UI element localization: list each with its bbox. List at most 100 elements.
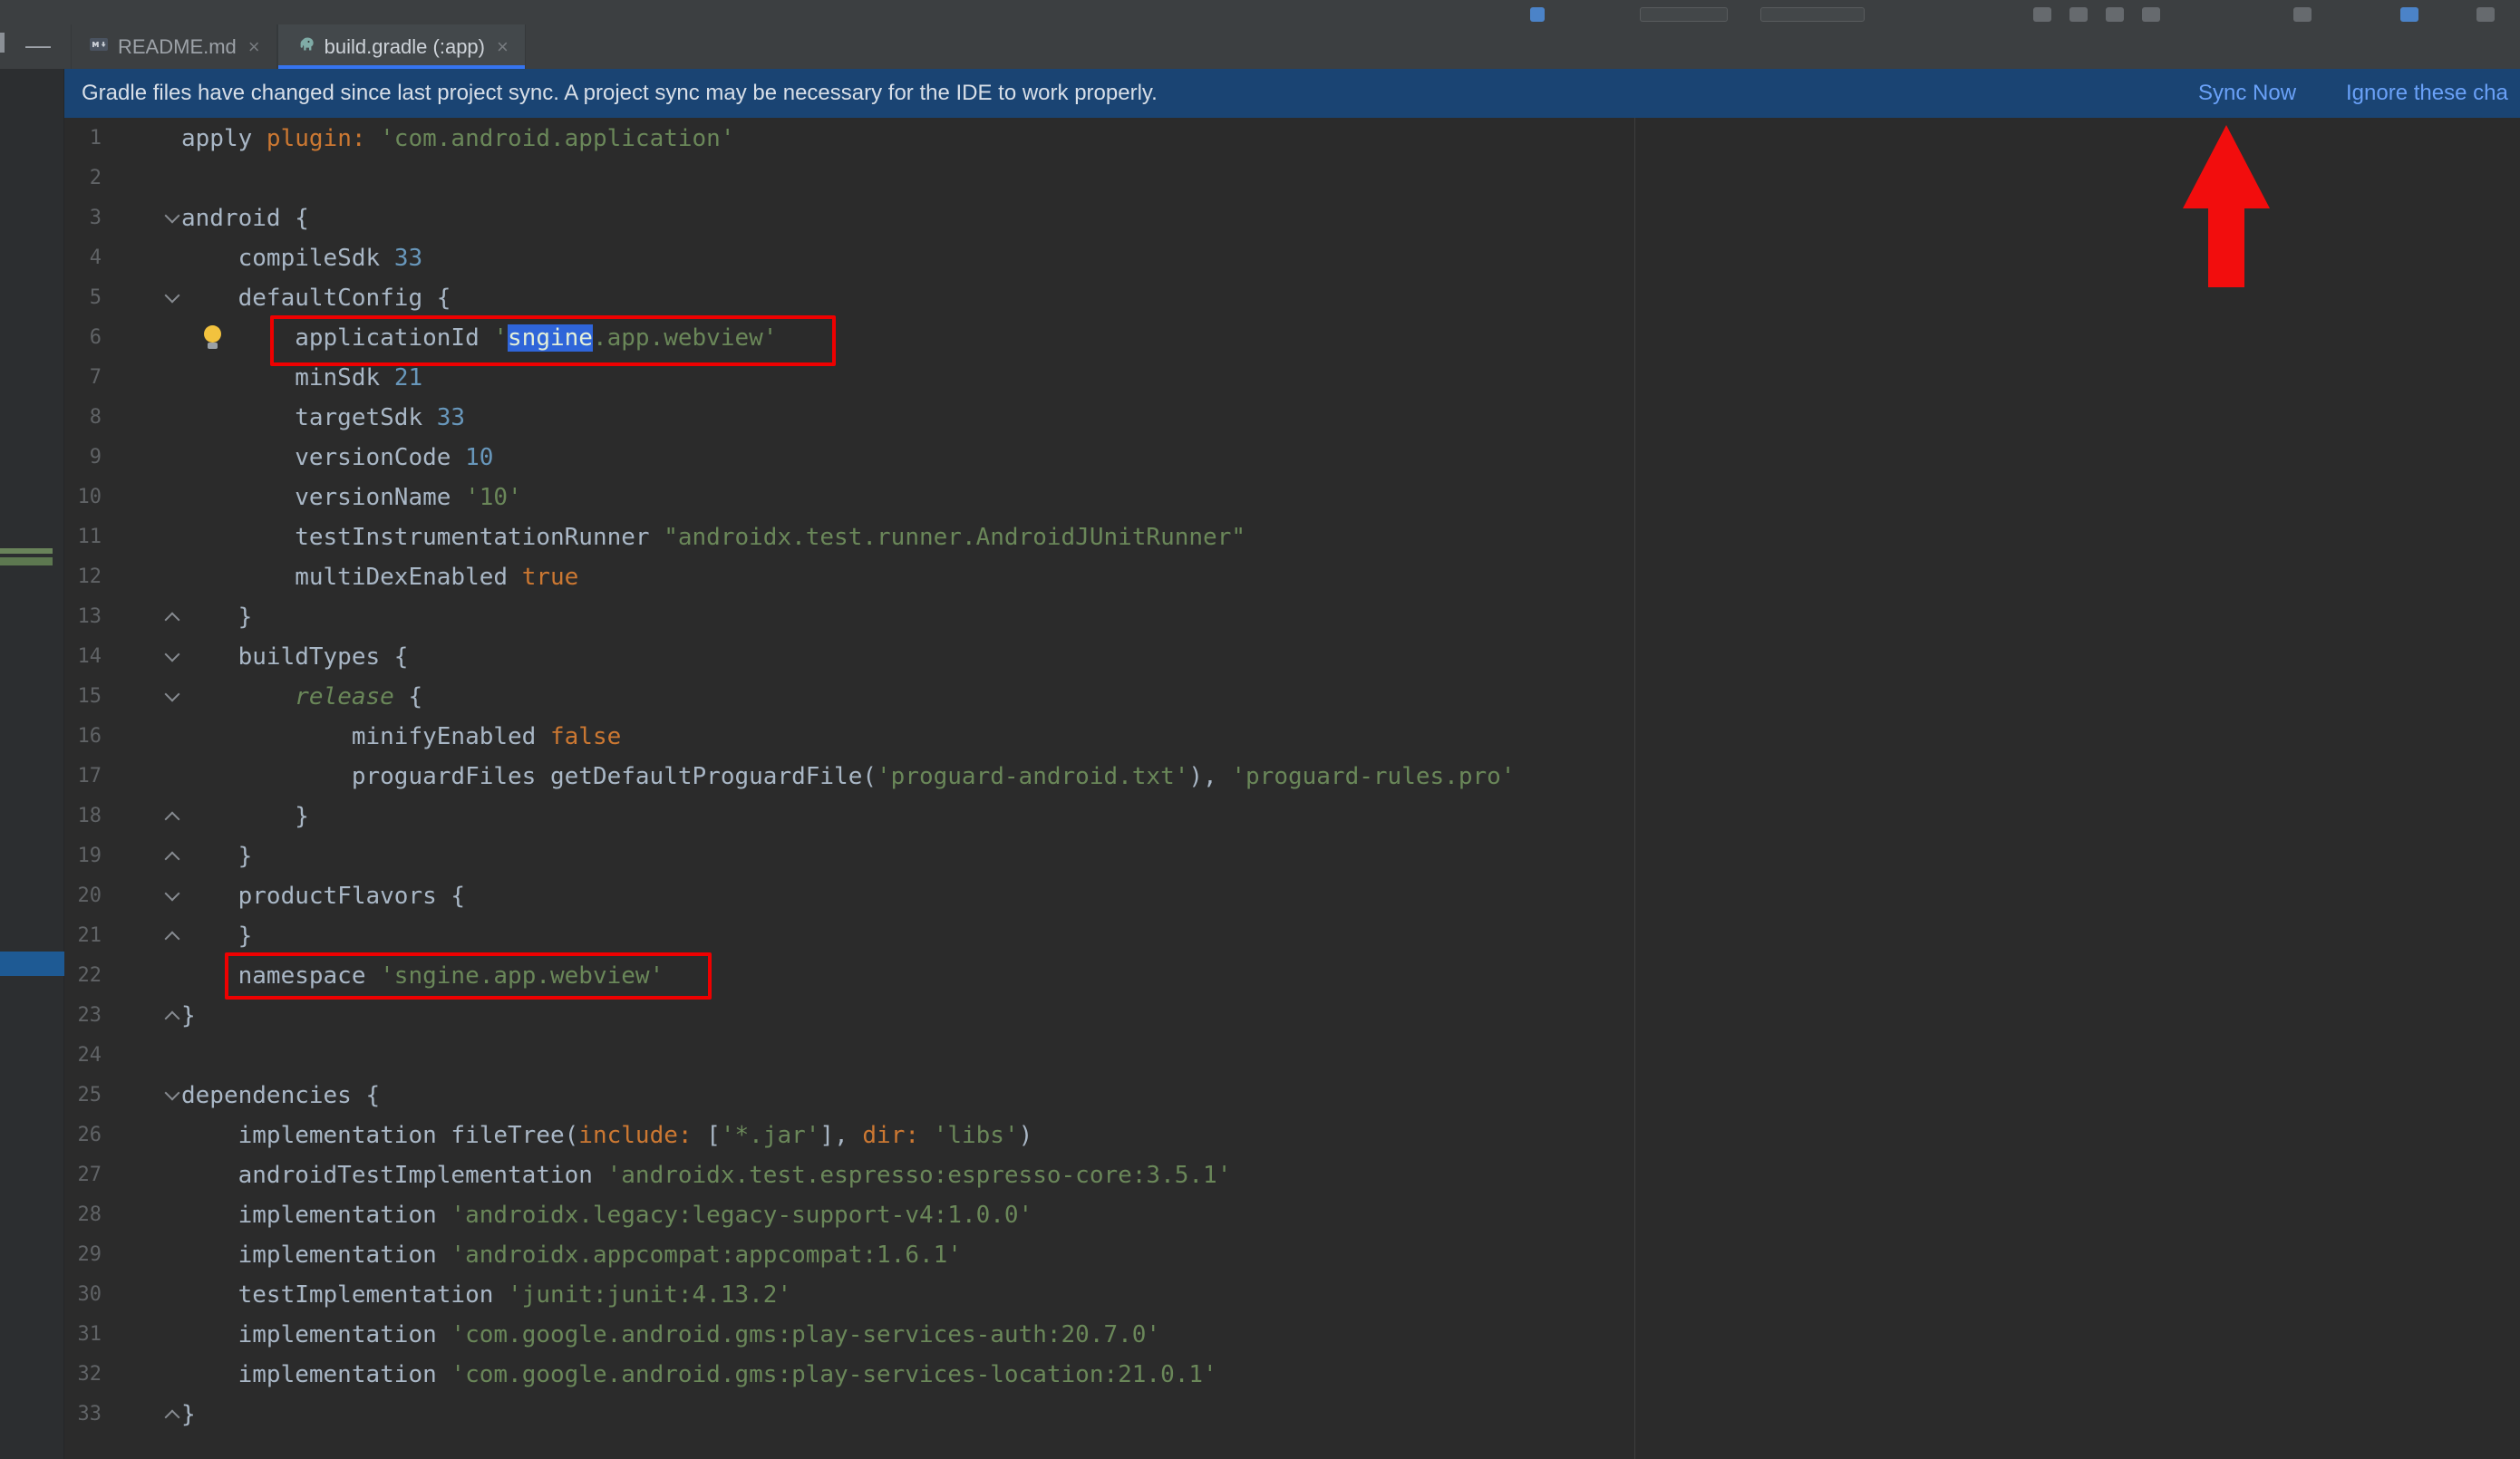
code-text: minifyEnabled false <box>181 717 621 757</box>
code-text: versionName '10' <box>181 478 522 517</box>
code-text: buildTypes { <box>181 637 408 677</box>
gradle-file-icon <box>295 34 316 60</box>
code-text: versionCode 10 <box>181 438 493 478</box>
code-line-23[interactable]: 23} <box>64 996 2520 1036</box>
annotation-box-namespace <box>225 952 712 1000</box>
line-number: 21 <box>64 916 102 956</box>
code-line-2[interactable]: 2 <box>64 159 2520 198</box>
banner-message: Gradle files have changed since last pro… <box>82 69 1158 118</box>
code-line-29[interactable]: 29 implementation 'androidx.appcompat:ap… <box>64 1235 2520 1275</box>
line-number: 3 <box>64 198 102 238</box>
search-icon-fragment[interactable] <box>2293 7 2312 22</box>
code-line-17[interactable]: 17 proguardFiles getDefaultProguardFile(… <box>64 757 2520 797</box>
toolbar-icon-fragment-4[interactable] <box>2106 7 2124 22</box>
line-number: 18 <box>64 797 102 836</box>
minimize-icon[interactable]: — <box>25 24 51 69</box>
tool-window-icon-fragment[interactable] <box>0 33 5 53</box>
code-line-30[interactable]: 30 testImplementation 'junit:junit:4.13.… <box>64 1275 2520 1315</box>
fold-down-icon[interactable] <box>164 637 182 677</box>
line-number: 30 <box>64 1275 102 1315</box>
left-panel-strip[interactable] <box>0 69 64 1459</box>
fold-down-icon[interactable] <box>164 876 182 916</box>
code-line-12[interactable]: 12 multiDexEnabled true <box>64 557 2520 597</box>
toolbar-icon-fragment-3[interactable] <box>2069 7 2088 22</box>
toolbar-icon-fragment-6[interactable] <box>2400 7 2418 22</box>
code-line-19[interactable]: 19 } <box>64 836 2520 876</box>
code-text: } <box>181 597 252 637</box>
fold-up-icon[interactable] <box>164 836 182 876</box>
toolbar-icon-fragment-1[interactable] <box>1530 7 1545 22</box>
code-line-11[interactable]: 11 testInstrumentationRunner "androidx.t… <box>64 517 2520 557</box>
tab-readme-md[interactable]: README.md × <box>71 24 277 69</box>
sync-now-button[interactable]: Sync Now <box>2198 69 2296 118</box>
code-line-10[interactable]: 10 versionName '10' <box>64 478 2520 517</box>
code-line-13[interactable]: 13 } <box>64 597 2520 637</box>
line-number: 25 <box>64 1076 102 1116</box>
fold-up-icon[interactable] <box>164 1395 182 1435</box>
code-line-26[interactable]: 26 implementation fileTree(include: ['*.… <box>64 1116 2520 1155</box>
code-text: implementation 'com.google.android.gms:p… <box>181 1315 1160 1355</box>
close-tab-icon[interactable]: × <box>248 35 260 59</box>
line-number: 28 <box>64 1195 102 1235</box>
line-number: 23 <box>64 996 102 1036</box>
code-line-33[interactable]: 33} <box>64 1395 2520 1435</box>
code-text: } <box>181 836 252 876</box>
fold-down-icon[interactable] <box>164 278 182 318</box>
markdown-file-icon <box>88 34 110 60</box>
toolbar-icon-fragment-5[interactable] <box>2142 7 2160 22</box>
code-line-9[interactable]: 9 versionCode 10 <box>64 438 2520 478</box>
device-selector-fragment[interactable] <box>1640 7 1728 22</box>
line-number: 17 <box>64 757 102 797</box>
code-line-16[interactable]: 16 minifyEnabled false <box>64 717 2520 757</box>
code-line-14[interactable]: 14 buildTypes { <box>64 637 2520 677</box>
code-text: testImplementation 'junit:junit:4.13.2' <box>181 1275 791 1315</box>
annotation-arrow-up <box>2183 122 2270 287</box>
line-number: 22 <box>64 956 102 996</box>
code-line-5[interactable]: 5 defaultConfig { <box>64 278 2520 318</box>
fold-up-icon[interactable] <box>164 916 182 956</box>
fold-up-icon[interactable] <box>164 797 182 836</box>
panel-mark-blue <box>0 952 64 976</box>
line-number: 7 <box>64 358 102 398</box>
run-config-selector-fragment[interactable] <box>1760 7 1865 22</box>
line-number: 10 <box>64 478 102 517</box>
fold-down-icon[interactable] <box>164 1076 182 1116</box>
code-text: defaultConfig { <box>181 278 451 318</box>
code-line-18[interactable]: 18 } <box>64 797 2520 836</box>
fold-down-icon[interactable] <box>164 677 182 717</box>
code-text: productFlavors { <box>181 876 465 916</box>
code-text: testInstrumentationRunner "androidx.test… <box>181 517 1245 557</box>
code-text: compileSdk 33 <box>181 238 422 278</box>
line-number: 6 <box>64 318 102 358</box>
settings-icon-fragment[interactable] <box>2476 7 2495 22</box>
code-line-31[interactable]: 31 implementation 'com.google.android.gm… <box>64 1315 2520 1355</box>
code-text: } <box>181 1395 196 1435</box>
code-line-20[interactable]: 20 productFlavors { <box>64 876 2520 916</box>
line-number: 13 <box>64 597 102 637</box>
code-text: implementation 'androidx.legacy:legacy-s… <box>181 1195 1032 1235</box>
fold-up-icon[interactable] <box>164 597 182 637</box>
tab-build-gradle[interactable]: build.gradle (:app) × <box>277 24 526 69</box>
code-text: release { <box>181 677 422 717</box>
panel-mark-green <box>0 548 53 554</box>
code-line-1[interactable]: 1apply plugin: 'com.android.application' <box>64 119 2520 159</box>
code-line-21[interactable]: 21 } <box>64 916 2520 956</box>
toolbar-icon-fragment-2[interactable] <box>2033 7 2051 22</box>
code-line-24[interactable]: 24 <box>64 1036 2520 1076</box>
line-number: 2 <box>64 159 102 198</box>
code-line-8[interactable]: 8 targetSdk 33 <box>64 398 2520 438</box>
line-number: 16 <box>64 717 102 757</box>
code-line-28[interactable]: 28 implementation 'androidx.legacy:legac… <box>64 1195 2520 1235</box>
code-line-25[interactable]: 25dependencies { <box>64 1076 2520 1116</box>
ignore-changes-button[interactable]: Ignore these cha <box>2346 69 2508 118</box>
fold-up-icon[interactable] <box>164 996 182 1036</box>
close-tab-icon[interactable]: × <box>497 35 509 59</box>
code-editor[interactable]: 1apply plugin: 'com.android.application'… <box>64 118 2520 1459</box>
code-line-32[interactable]: 32 implementation 'com.google.android.gm… <box>64 1355 2520 1395</box>
code-line-27[interactable]: 27 androidTestImplementation 'androidx.t… <box>64 1155 2520 1195</box>
code-text: } <box>181 797 309 836</box>
code-line-15[interactable]: 15 release { <box>64 677 2520 717</box>
code-line-4[interactable]: 4 compileSdk 33 <box>64 238 2520 278</box>
fold-down-icon[interactable] <box>164 198 182 238</box>
code-line-3[interactable]: 3android { <box>64 198 2520 238</box>
